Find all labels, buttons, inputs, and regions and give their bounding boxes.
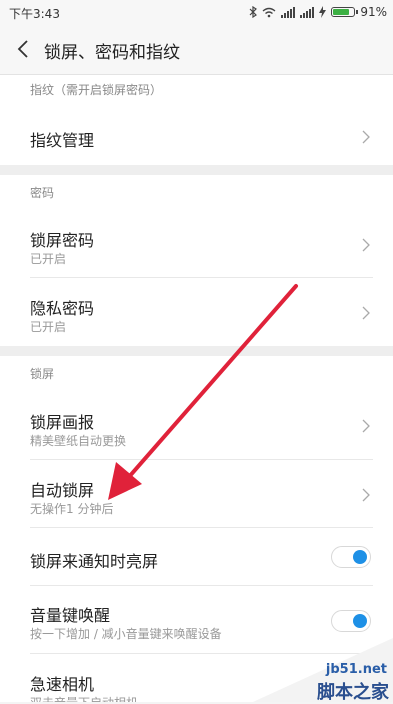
title-bar: 锁屏、密码和指纹 <box>0 24 393 75</box>
settings-item-fingerprint-management[interactable]: 指纹管理 <box>0 109 393 165</box>
watermark: jb51.net 脚本之家 <box>253 638 393 703</box>
item-label: 锁屏密码 <box>30 231 95 250</box>
settings-item-privacy-password[interactable]: 隐私密码 已开启 <box>0 278 393 346</box>
section-header-password: 密码 <box>0 175 393 211</box>
chevron-right-icon <box>362 306 370 320</box>
watermark-site: jb51.net <box>325 662 387 677</box>
charging-icon <box>319 6 327 18</box>
back-chevron-icon[interactable] <box>14 38 34 60</box>
item-label: 隐私密码 <box>30 299 95 318</box>
toggle-knob <box>353 550 367 564</box>
settings-item-lockscreen-password[interactable]: 锁屏密码 已开启 <box>0 211 393 278</box>
section-header-fingerprint: 指纹（需开启锁屏密码） <box>0 75 393 109</box>
item-label: 音量键唤醒 <box>30 606 111 625</box>
item-label: 锁屏来通知时亮屏 <box>30 552 159 571</box>
chevron-right-icon <box>362 238 370 252</box>
cell-signal-icon <box>281 6 296 18</box>
toggle-knob <box>353 614 367 628</box>
wifi-icon <box>262 7 276 17</box>
status-time: 下午3:43 <box>9 7 60 21</box>
section-divider <box>0 346 393 356</box>
settings-item-lockscreen-wallpaper[interactable]: 锁屏画报 精美壁纸自动更换 <box>0 392 393 460</box>
bluetooth-icon <box>249 6 258 18</box>
battery-level-fill <box>333 9 350 15</box>
item-subtitle: 按一下增加 / 减小音量键来唤醒设备 <box>30 627 222 641</box>
page-title: 锁屏、密码和指纹 <box>44 43 180 63</box>
status-icons: 91% <box>249 3 387 21</box>
section-divider <box>0 165 393 175</box>
item-subtitle: 无操作1 分钟后 <box>30 502 114 516</box>
wake-on-notification-toggle[interactable] <box>331 546 371 568</box>
item-label: 自动锁屏 <box>30 481 95 500</box>
battery-percent: 91% <box>360 5 387 19</box>
settings-item-wake-on-notification[interactable]: 锁屏来通知时亮屏 <box>0 528 393 586</box>
section-header-lockscreen: 锁屏 <box>0 356 393 392</box>
status-bar: 下午3:43 91% <box>0 0 393 24</box>
volume-key-wake-toggle[interactable] <box>331 610 371 632</box>
section-header-password-label: 密码 <box>30 186 55 200</box>
chevron-right-icon <box>362 419 370 433</box>
item-label: 锁屏画报 <box>30 413 95 432</box>
section-header-fingerprint-label: 指纹（需开启锁屏密码） <box>30 83 163 97</box>
item-label: 指纹管理 <box>30 131 95 150</box>
item-label: 急速相机 <box>30 675 95 694</box>
chevron-right-icon <box>362 130 370 144</box>
battery-icon <box>331 7 359 17</box>
item-subtitle: 精美壁纸自动更换 <box>30 434 127 448</box>
item-subtitle: 双击音量下启动相机 <box>30 694 138 702</box>
section-header-lockscreen-label: 锁屏 <box>30 367 55 381</box>
item-subtitle: 已开启 <box>30 320 67 334</box>
watermark-brand: 脚本之家 <box>317 682 389 703</box>
chevron-right-icon <box>362 488 370 502</box>
item-subtitle: 已开启 <box>30 252 67 266</box>
settings-item-auto-lock[interactable]: 自动锁屏 无操作1 分钟后 <box>0 460 393 528</box>
cell-signal-2-icon <box>300 6 315 18</box>
